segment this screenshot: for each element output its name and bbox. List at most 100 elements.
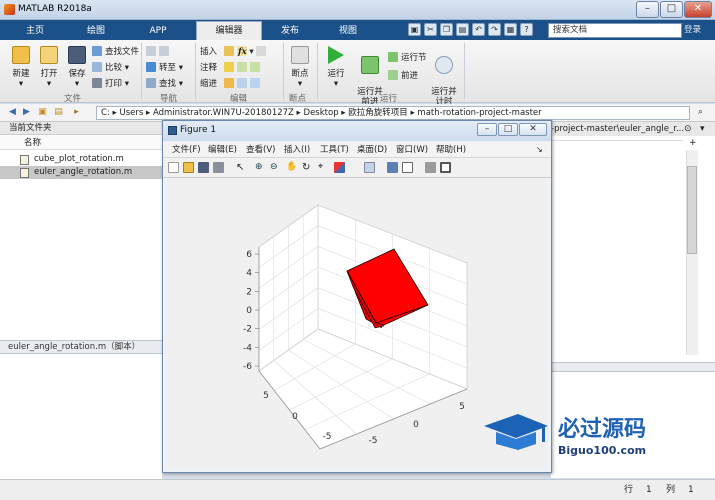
- y-tick-label: 0: [413, 420, 419, 430]
- figure-minimize-button[interactable]: –: [477, 123, 497, 136]
- x-tick-label: 5: [263, 391, 269, 401]
- z-tick-label: 6: [246, 250, 252, 260]
- figure-close-button[interactable]: ✕: [519, 123, 547, 136]
- login-link[interactable]: 登录: [684, 23, 712, 38]
- ribbon-divider: [195, 43, 196, 99]
- run-and-time-button[interactable]: 运行并 计时: [428, 46, 460, 107]
- row-label: 行: [624, 485, 634, 495]
- tab-publish[interactable]: 发布: [264, 22, 316, 40]
- tab-plots[interactable]: 绘图: [66, 22, 126, 40]
- advance-button[interactable]: 前进: [388, 70, 418, 82]
- pan-hand-icon[interactable]: ✋: [286, 162, 297, 173]
- watermark-text-url: Biguo100.com: [558, 444, 646, 457]
- open-button[interactable]: 打开 ▾: [36, 46, 62, 89]
- group-label-navigate: 导航: [160, 94, 178, 104]
- menu-tools[interactable]: 工具(T): [320, 144, 349, 156]
- colorbar-icon[interactable]: [387, 162, 398, 173]
- file-item-euler-angle[interactable]: euler_angle_rotation.m: [0, 166, 162, 179]
- menu-window[interactable]: 窗口(W): [396, 144, 428, 156]
- print-icon: [92, 78, 102, 88]
- comment-button[interactable]: 注释: [200, 62, 263, 74]
- menu-dock-arrow-icon[interactable]: ↘: [536, 145, 543, 154]
- menu-file[interactable]: 文件(F): [172, 144, 201, 156]
- panel-options-icon[interactable]: ⊙: [684, 124, 694, 134]
- new-button[interactable]: 新建 ▾: [8, 46, 34, 89]
- rotate-3d-icon[interactable]: ↻: [302, 162, 313, 173]
- run-button[interactable]: 运行 ▾: [321, 46, 351, 89]
- indent-button[interactable]: 缩进: [200, 78, 263, 90]
- current-folder-path[interactable]: C: ▸ Users ▸ Administrator.WIN7U-2018012…: [96, 106, 690, 120]
- pointer-icon[interactable]: ↖: [236, 162, 247, 173]
- open-file-icon[interactable]: [183, 162, 194, 173]
- x-tick-label: 0: [292, 412, 298, 422]
- redo-icon[interactable]: ↷: [488, 23, 501, 36]
- compare-button[interactable]: 比较 ▾: [92, 62, 129, 74]
- breakpoints-button[interactable]: 断点 ▾: [287, 46, 313, 89]
- legend-icon[interactable]: [402, 162, 413, 173]
- editor-scrollbar-thumb[interactable]: [687, 166, 697, 254]
- run-section-button[interactable]: 运行节: [388, 52, 427, 64]
- minimize-button[interactable]: –: [636, 1, 659, 18]
- maximize-button[interactable]: □: [660, 1, 683, 18]
- zoom-out-icon[interactable]: ⊖: [270, 162, 281, 173]
- back-arrow-icon[interactable]: ◀: [6, 106, 19, 119]
- link-plot-icon[interactable]: [364, 162, 375, 173]
- find-files-button[interactable]: 查找文件: [92, 46, 139, 58]
- percent-icon: [223, 62, 234, 72]
- help-icon[interactable]: ?: [520, 23, 533, 36]
- browse-folder-icon[interactable]: ▤: [52, 106, 65, 119]
- paste-icon[interactable]: ▤: [456, 23, 469, 36]
- run-time-clock-icon: [435, 56, 453, 74]
- up-folder-icon[interactable]: ▣: [36, 106, 49, 119]
- switch-windows-icon[interactable]: ▦: [504, 23, 517, 36]
- uncomment-icon: [249, 62, 260, 72]
- find-button[interactable]: 查找 ▾: [146, 78, 183, 90]
- hide-plot-tools-icon[interactable]: [425, 162, 436, 173]
- breakpoint-icon: [291, 46, 309, 64]
- menu-view[interactable]: 查看(V): [246, 144, 275, 156]
- forward-arrow-icon: [159, 46, 169, 56]
- print-figure-icon[interactable]: [213, 162, 224, 173]
- search-icon[interactable]: ⌕: [694, 106, 707, 119]
- fx-button[interactable]: fx ▾: [238, 46, 269, 58]
- new-file-icon: [12, 46, 30, 64]
- back-forward-buttons[interactable]: [146, 46, 172, 58]
- name-column-header[interactable]: 名称: [0, 136, 162, 150]
- panel-splitter[interactable]: [551, 362, 715, 372]
- undo-icon[interactable]: ↶: [472, 23, 485, 36]
- menu-insert[interactable]: 插入(I): [284, 144, 310, 156]
- print-button[interactable]: 打印 ▾: [92, 78, 129, 90]
- folder-open-icon: [40, 46, 58, 64]
- forward-arrow-icon[interactable]: ▶: [20, 106, 33, 119]
- show-plot-tools-icon[interactable]: [440, 162, 451, 173]
- editor-tab-divider: [551, 140, 683, 141]
- search-documentation-input[interactable]: 搜索文档: [548, 23, 682, 38]
- panel-expand-icon[interactable]: ▾: [700, 124, 710, 134]
- goto-button[interactable]: 转至 ▾: [146, 62, 183, 74]
- axes-3d: [258, 204, 469, 450]
- copy-icon[interactable]: ❐: [440, 23, 453, 36]
- save-button[interactable]: 保存 ▾: [64, 46, 90, 89]
- smart-indent-icon: [223, 78, 234, 88]
- brush-icon[interactable]: [334, 162, 345, 173]
- add-tab-icon[interactable]: +: [689, 138, 699, 148]
- run-advance-icon: [361, 56, 379, 74]
- file-item-cube-plot[interactable]: cube_plot_rotation.m: [0, 153, 162, 166]
- matlab-file-icon: [20, 155, 29, 165]
- figure-maximize-button[interactable]: □: [498, 123, 518, 136]
- new-figure-icon[interactable]: [168, 162, 179, 173]
- cut-icon[interactable]: ✂: [424, 23, 437, 36]
- save-figure-icon[interactable]: [198, 162, 209, 173]
- tab-editor[interactable]: 编辑器: [196, 21, 262, 40]
- data-cursor-icon[interactable]: ⌖: [318, 162, 329, 173]
- menu-desktop[interactable]: 桌面(D): [357, 144, 387, 156]
- save-icon[interactable]: ▣: [408, 23, 421, 36]
- menu-help[interactable]: 帮助(H): [436, 144, 466, 156]
- tab-view[interactable]: 视图: [320, 22, 376, 40]
- tab-apps[interactable]: APP: [128, 22, 188, 40]
- ribbon-divider: [317, 43, 318, 99]
- zoom-in-icon[interactable]: ⊕: [255, 162, 266, 173]
- menu-edit[interactable]: 编辑(E): [208, 144, 237, 156]
- tab-home[interactable]: 主页: [8, 22, 62, 40]
- close-button[interactable]: ✕: [684, 1, 712, 18]
